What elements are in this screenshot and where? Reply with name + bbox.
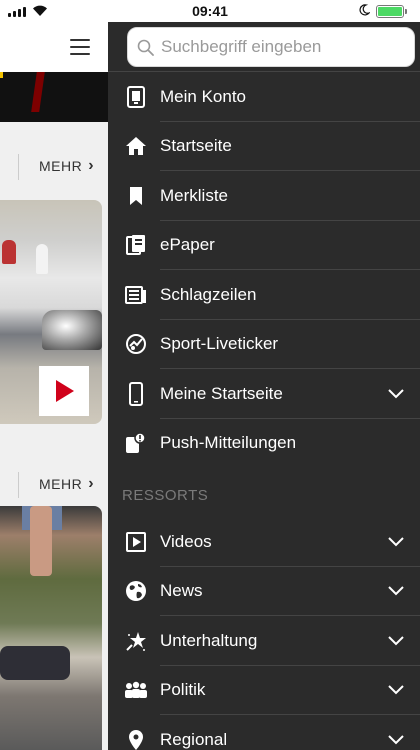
menu-item-epaper[interactable]: ePaper — [108, 221, 420, 270]
star-icon — [124, 629, 148, 653]
phone-icon — [124, 381, 148, 406]
more-link[interactable]: MEHR › — [18, 146, 108, 186]
chevron-down-icon[interactable] — [388, 685, 404, 695]
play-icon — [56, 380, 74, 402]
chevron-down-icon[interactable] — [388, 389, 404, 399]
globe-icon — [124, 579, 148, 603]
people-icon — [124, 678, 148, 702]
menu-item-label: Merkliste — [160, 185, 229, 205]
menu-item-meine-startseite[interactable]: Meine Startseite — [108, 369, 420, 419]
epaper-icon — [124, 233, 148, 257]
chevron-down-icon[interactable] — [388, 735, 404, 745]
menu-item-label: Unterhaltung — [160, 630, 258, 650]
search-placeholder: Suchbegriff eingeben — [161, 37, 322, 56]
chevron-right-icon: › — [88, 475, 95, 492]
menu-item-merkliste[interactable]: Merkliste — [108, 171, 420, 221]
ressorts-heading: RESSORTS — [122, 486, 209, 504]
navigation-drawer: Suchbegriff eingeben Mein Konto Startsei… — [108, 22, 420, 750]
moon-icon — [359, 4, 370, 16]
menu-item-label: Schlagzeilen — [160, 284, 257, 304]
background-header — [0, 22, 108, 72]
chevron-down-icon[interactable] — [388, 586, 404, 596]
status-time: 09:41 — [192, 3, 228, 19]
menu-item-mein-konto[interactable]: Mein Konto — [108, 72, 420, 122]
more-label: MEHR — [39, 158, 83, 174]
status-bar: 09:41 — [0, 0, 420, 22]
menu-item-politik[interactable]: Politik — [108, 666, 420, 715]
menu-item-label: Videos — [160, 531, 212, 551]
article-thumbnail[interactable] — [0, 506, 102, 750]
search-icon — [137, 39, 154, 56]
headlines-icon — [124, 283, 148, 307]
menu-item-label: ePaper — [160, 235, 215, 255]
menu-item-sport-liveticker[interactable]: Sport-Liveticker — [108, 320, 420, 369]
menu-item-label: Sport-Liveticker — [160, 334, 279, 354]
chevron-down-icon[interactable] — [388, 537, 404, 547]
menu-item-news[interactable]: News — [108, 567, 420, 616]
push-notification-icon — [124, 431, 148, 455]
menu-item-push-mitteilungen[interactable]: Push-Mitteilungen — [108, 419, 420, 469]
sport-ticker-icon — [124, 332, 148, 356]
menu-item-label: Politik — [160, 680, 206, 700]
account-icon — [124, 85, 148, 109]
search-field[interactable]: Suchbegriff eingeben — [127, 27, 415, 67]
location-pin-icon — [124, 728, 148, 750]
background-page: MEHR › MEHR › — [0, 22, 108, 750]
menu-item-unterhaltung[interactable]: Unterhaltung — [108, 616, 420, 666]
hamburger-menu-icon[interactable] — [70, 39, 90, 60]
menu-item-regional[interactable]: Regional — [108, 715, 420, 750]
menu-item-label: Meine Startseite — [160, 383, 283, 403]
menu-item-schlagzeilen[interactable]: Schlagzeilen — [108, 270, 420, 320]
menu-list: Mein Konto Startseite Merkliste ePaper S… — [108, 72, 420, 750]
bookmark-icon — [124, 184, 148, 208]
menu-item-startseite[interactable]: Startseite — [108, 122, 420, 171]
menu-item-label: Push-Mitteilungen — [160, 433, 297, 453]
menu-item-label: Regional — [160, 729, 228, 749]
play-button[interactable] — [39, 366, 89, 416]
chevron-down-icon[interactable] — [388, 636, 404, 646]
battery-icon — [376, 5, 407, 18]
more-link[interactable]: MEHR › — [18, 464, 108, 504]
menu-item-label: Startseite — [160, 136, 232, 156]
menu-item-videos[interactable]: Videos — [108, 517, 420, 567]
video-icon — [124, 530, 148, 554]
more-label: MEHR — [39, 476, 83, 492]
home-icon — [124, 134, 148, 158]
menu-item-label: Mein Konto — [160, 86, 246, 106]
background-banner — [0, 72, 108, 122]
chevron-right-icon: › — [88, 157, 95, 174]
menu-item-label: News — [160, 581, 203, 601]
accent-bar — [0, 72, 3, 78]
